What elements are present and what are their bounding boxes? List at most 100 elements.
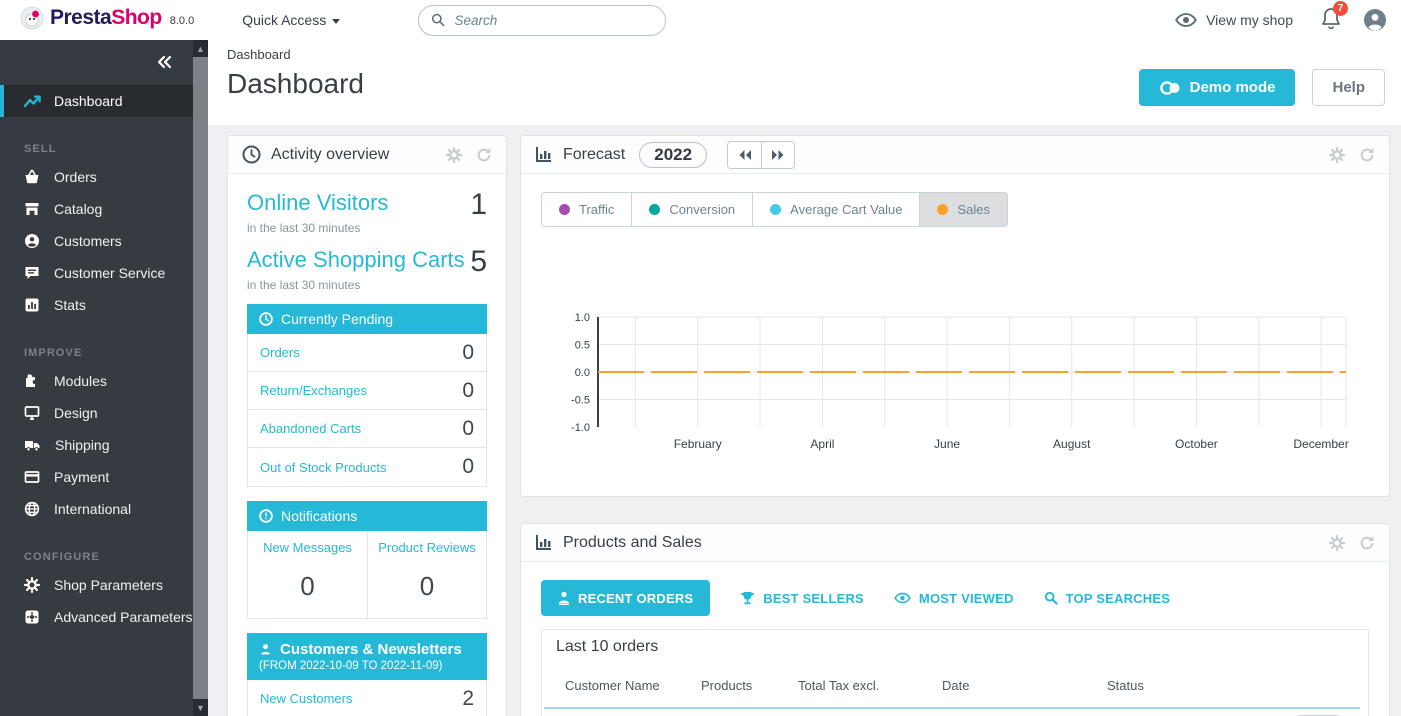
table-title: Last 10 orders	[542, 630, 1368, 664]
sidebar-item-shipping[interactable]: Shipping	[0, 429, 193, 461]
sidebar-section-sell: SELL	[0, 117, 193, 161]
sidebar-item-label: Advanced Parameters	[54, 609, 193, 625]
refresh-icon[interactable]	[1359, 535, 1375, 551]
version-label: 8.0.0	[170, 15, 194, 27]
brand-logo[interactable]: PrestaShop 8.0.0	[20, 6, 194, 35]
sidebar-item-customer-service[interactable]: Customer Service	[0, 257, 193, 289]
sidebar-item-payment[interactable]: Payment	[0, 461, 193, 493]
demo-mode-button[interactable]: Demo mode	[1139, 69, 1296, 106]
search-input[interactable]	[455, 13, 654, 28]
new-messages-link[interactable]: New Messages	[252, 540, 363, 555]
clock-icon	[242, 145, 261, 164]
sidebar-item-customers[interactable]: Customers	[0, 225, 193, 257]
sidebar-item-label: Modules	[54, 373, 107, 389]
settings-square-icon	[24, 609, 40, 625]
sidebar-item-orders[interactable]: Orders	[0, 161, 193, 193]
search-icon	[431, 12, 445, 28]
scrollbar-down-button[interactable]: ▼	[193, 699, 208, 716]
sidebar-item-international[interactable]: International	[0, 493, 193, 525]
collapse-sidebar-icon[interactable]	[156, 55, 173, 69]
user-avatar[interactable]	[1363, 8, 1387, 32]
tab-recent-orders[interactable]: RECENT ORDERS	[541, 580, 710, 616]
forecast-chart: 1.00.50.0-0.5-1.0FebruaryAprilJuneAugust…	[541, 312, 1371, 462]
next-year-button[interactable]	[761, 142, 794, 168]
chevron-down-icon	[332, 19, 340, 24]
svg-text:0.5: 0.5	[575, 340, 590, 352]
table-header-row: Customer Name Products Total Tax excl. D…	[544, 664, 1360, 709]
online-visitors-value: 1	[470, 190, 487, 220]
sidebar-item-label: Stats	[54, 297, 86, 313]
online-visitors-subtitle: in the last 30 minutes	[247, 221, 487, 235]
panel-title: Products and Sales	[563, 534, 702, 552]
refresh-icon[interactable]	[1359, 147, 1375, 163]
forecast-year-selector[interactable]: 2022	[639, 142, 707, 168]
products-and-sales-panel: Products and Sales RECENT ORDERS BEST SE…	[520, 523, 1390, 716]
scrollbar-thumb[interactable]	[193, 57, 208, 699]
products-sales-tabs: RECENT ORDERS BEST SELLERS MOST VIEWED T…	[541, 580, 1369, 616]
sidebar-item-label: International	[54, 501, 131, 517]
online-visitors-metric: Online Visitors 1	[247, 190, 487, 220]
notifications-bell[interactable]: 7	[1321, 7, 1341, 34]
product-reviews-link[interactable]: Product Reviews	[372, 540, 482, 555]
tab-conversion[interactable]: Conversion	[631, 193, 752, 226]
new-messages-value: 0	[252, 571, 363, 602]
pending-returns-link[interactable]: Return/Exchanges	[260, 383, 367, 398]
sidebar-item-label: Shipping	[55, 437, 110, 453]
avatar-icon	[1363, 8, 1387, 32]
product-reviews-cell[interactable]: Product Reviews 0	[367, 531, 486, 618]
notifications-box: New Messages 0 Product Reviews 0	[247, 531, 487, 619]
sidebar-item-label: Orders	[54, 169, 97, 185]
tab-top-searches[interactable]: TOP SEARCHES	[1044, 591, 1171, 606]
gear-icon[interactable]	[1329, 535, 1345, 551]
clock-icon	[259, 312, 273, 326]
new-customers-link[interactable]: New Customers	[260, 691, 352, 706]
pending-row-orders: Orders 0	[248, 334, 486, 372]
pending-returns-value: 0	[462, 379, 474, 403]
search-icon	[1044, 591, 1058, 605]
view-my-shop-link[interactable]: View my shop	[1175, 12, 1293, 28]
svg-text:December: December	[1293, 437, 1348, 451]
out-of-stock-link[interactable]: Out of Stock Products	[260, 460, 386, 475]
sidebar-item-modules[interactable]: Modules	[0, 365, 193, 397]
brand-shop: Shop	[111, 6, 162, 30]
page-header: Dashboard Dashboard Demo mode Help	[208, 40, 1401, 125]
topbar-right: View my shop 7	[1175, 7, 1387, 34]
page-title: Dashboard	[227, 68, 364, 100]
puzzle-icon	[24, 373, 40, 389]
tab-most-viewed[interactable]: MOST VIEWED	[894, 591, 1014, 606]
sidebar-item-advanced-parameters[interactable]: Advanced Parameters	[0, 601, 193, 633]
svg-text:1.0: 1.0	[575, 312, 590, 324]
quick-access-dropdown[interactable]: Quick Access	[242, 12, 340, 28]
pending-orders-link[interactable]: Orders	[260, 345, 300, 360]
tab-best-sellers[interactable]: BEST SELLERS	[740, 591, 864, 606]
tab-sales[interactable]: Sales	[919, 193, 1007, 226]
tab-traffic[interactable]: Traffic	[542, 193, 631, 226]
globe-icon	[24, 501, 40, 517]
tab-average-cart-value-label: Average Cart Value	[790, 202, 902, 217]
online-visitors-link[interactable]: Online Visitors	[247, 190, 388, 215]
customer-icon	[24, 233, 40, 249]
gear-icon[interactable]	[1329, 147, 1345, 163]
scrollbar-up-button[interactable]: ▲	[193, 40, 208, 57]
tab-conversion-label: Conversion	[669, 202, 735, 217]
active-carts-link[interactable]: Active Shopping Carts	[247, 247, 465, 272]
previous-year-button[interactable]	[728, 142, 761, 168]
help-button[interactable]: Help	[1312, 69, 1385, 106]
new-messages-cell[interactable]: New Messages 0	[248, 531, 367, 618]
column-customer-name: Customer Name	[544, 678, 701, 693]
sidebar-item-stats[interactable]: Stats	[0, 289, 193, 321]
abandoned-carts-link[interactable]: Abandoned Carts	[260, 421, 361, 436]
sidebar-item-design[interactable]: Design	[0, 397, 193, 429]
global-search[interactable]	[418, 5, 666, 36]
tab-sales-label: Sales	[957, 202, 990, 217]
brand-presta: Presta	[50, 6, 111, 30]
sidebar-item-shop-parameters[interactable]: Shop Parameters	[0, 569, 193, 601]
tab-average-cart-value[interactable]: Average Cart Value	[752, 193, 919, 226]
refresh-icon[interactable]	[476, 147, 492, 163]
svg-text:April: April	[810, 437, 834, 451]
gear-icon[interactable]	[446, 147, 462, 163]
breadcrumb[interactable]: Dashboard	[227, 47, 291, 62]
sidebar-item-catalog[interactable]: Catalog	[0, 193, 193, 225]
sidebar-item-dashboard[interactable]: Dashboard	[0, 85, 193, 117]
trophy-icon	[740, 591, 755, 605]
